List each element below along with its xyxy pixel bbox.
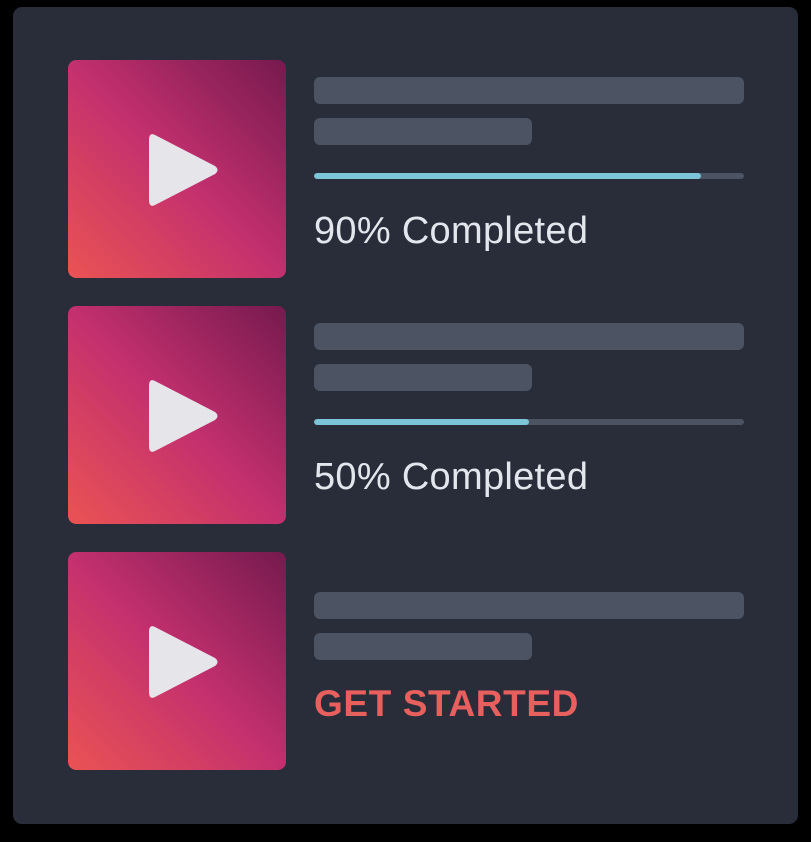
course-thumbnail[interactable]	[68, 306, 286, 524]
progress-fill	[314, 173, 701, 179]
course-subtitle-placeholder	[314, 633, 532, 660]
course-thumbnail[interactable]	[68, 60, 286, 278]
course-item[interactable]: 90% Completed	[68, 60, 744, 278]
progress-status: 50% Completed	[314, 456, 589, 498]
play-icon[interactable]	[149, 625, 219, 699]
course-subtitle-placeholder	[314, 118, 532, 145]
progress-bar	[314, 173, 744, 179]
play-icon[interactable]	[149, 379, 219, 453]
course-thumbnail[interactable]	[68, 552, 286, 770]
course-title-placeholder	[314, 77, 744, 104]
play-icon[interactable]	[149, 133, 219, 207]
course-subtitle-placeholder	[314, 364, 532, 391]
progress-fill	[314, 419, 529, 425]
course-title-placeholder	[314, 323, 744, 350]
course-list-card: 90% Completed 50% Completed GET STARTED	[13, 7, 798, 824]
progress-status: 90% Completed	[314, 210, 589, 252]
progress-bar	[314, 419, 744, 425]
course-item[interactable]: GET STARTED	[68, 552, 744, 770]
get-started-button[interactable]: GET STARTED	[314, 683, 579, 725]
course-title-placeholder	[314, 592, 744, 619]
course-item[interactable]: 50% Completed	[68, 306, 744, 524]
